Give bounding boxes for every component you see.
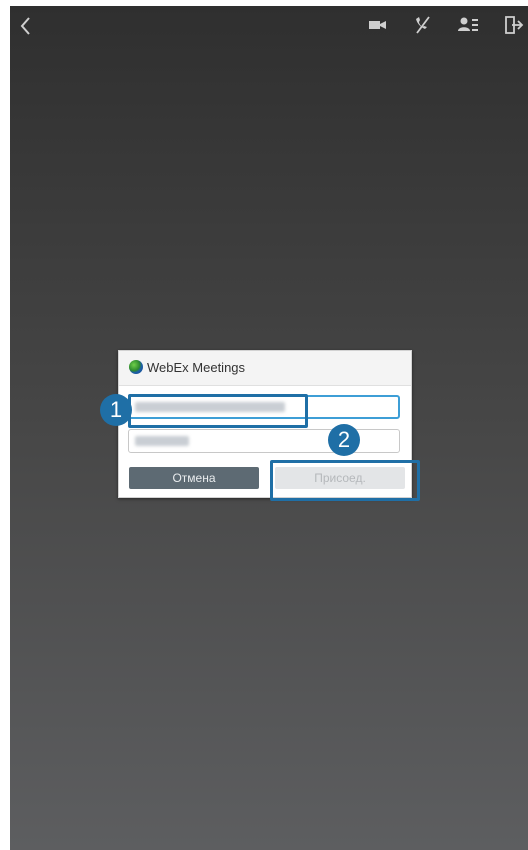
top-toolbar [10, 6, 528, 46]
dialog-header: WebEx Meetings [119, 351, 411, 386]
video-icon[interactable] [366, 14, 390, 36]
callout-marker-1: 1 [100, 394, 132, 426]
redacted-name-text [135, 436, 189, 446]
webex-globe-icon [129, 360, 143, 374]
dialog-title: WebEx Meetings [147, 360, 246, 375]
callout-highlight-join-button [270, 460, 420, 501]
back-icon[interactable] [16, 14, 36, 38]
callout-marker-2: 2 [328, 424, 360, 456]
mute-icon[interactable] [410, 14, 434, 36]
callout-highlight-url-field [128, 394, 308, 428]
exit-icon[interactable] [502, 14, 526, 36]
participants-icon[interactable] [456, 14, 480, 36]
cancel-button[interactable]: Отмена [129, 467, 259, 489]
